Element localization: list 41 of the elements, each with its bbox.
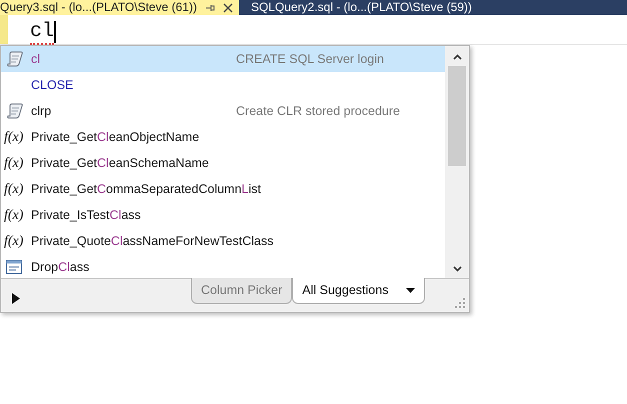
suggestion-name: Private_IsTestClass [31,206,142,224]
suggestion-name: Private_QuoteClassNameForNewTestClass [31,232,274,250]
mode-tab[interactable]: All Suggestions [292,278,426,304]
editor-margin [0,15,8,44]
close-icon[interactable] [222,2,233,12]
scroll-icon [6,51,24,67]
suggestion-name: clrp [31,102,52,120]
suggestion-name: CLOSE [31,76,74,94]
function-icon: f(x) [4,126,24,148]
scroll-thumb[interactable] [448,66,466,166]
suggestion-item[interactable]: CLOSE [1,72,445,98]
suggestion-item[interactable]: f(x) Private_GetCleanSchemaName [1,150,445,176]
expand-arrow-icon[interactable] [12,293,20,304]
suggestion-name: cl [31,50,42,68]
suggestion-name: Private_GetCleanObjectName [31,128,200,146]
suggestion-name: DropClass [31,258,90,276]
function-icon: f(x) [4,152,24,174]
suggestion-item[interactable]: f(x) Private_IsTestClass [1,202,445,228]
suggestion-description: CREATE SQL Server login [236,50,384,68]
table-icon [6,260,22,274]
document-tab[interactable]: Query3.sql - (lo...(PLATO\Steve (61)) [0,0,239,15]
suggestion-item[interactable]: DropClass [1,254,445,278]
scroll-down-icon[interactable] [452,266,462,272]
suggestion-name: Private_GetCleanSchemaName [31,154,210,172]
suggestion-description: Create CLR stored procedure [236,102,400,120]
scroll-icon [6,103,24,119]
suggestion-name: Private_GetCommaSeparatedColumnList [31,180,262,198]
suggestion-item[interactable]: f(x) Private_GetCleanObjectName [1,124,445,150]
scroll-up-icon[interactable] [452,54,462,60]
suggestion-item[interactable]: cl CREATE SQL Server login [1,46,445,72]
function-icon: f(x) [4,178,24,200]
text-caret [54,21,56,43]
suggestion-item[interactable]: clrp Create CLR stored procedure [1,98,445,124]
function-icon: f(x) [4,230,24,252]
suggestion-item[interactable]: f(x) Private_GetCommaSeparatedColumnList [1,176,445,202]
function-icon: f(x) [4,204,24,226]
scrollbar[interactable] [445,46,469,278]
pin-icon[interactable] [204,2,215,12]
resize-grip-icon[interactable] [454,297,466,309]
suggestion-item[interactable]: f(x) Private_QuoteClassNameForNewTestClass [1,228,445,254]
mode-tab[interactable]: Column Picker [191,278,292,304]
